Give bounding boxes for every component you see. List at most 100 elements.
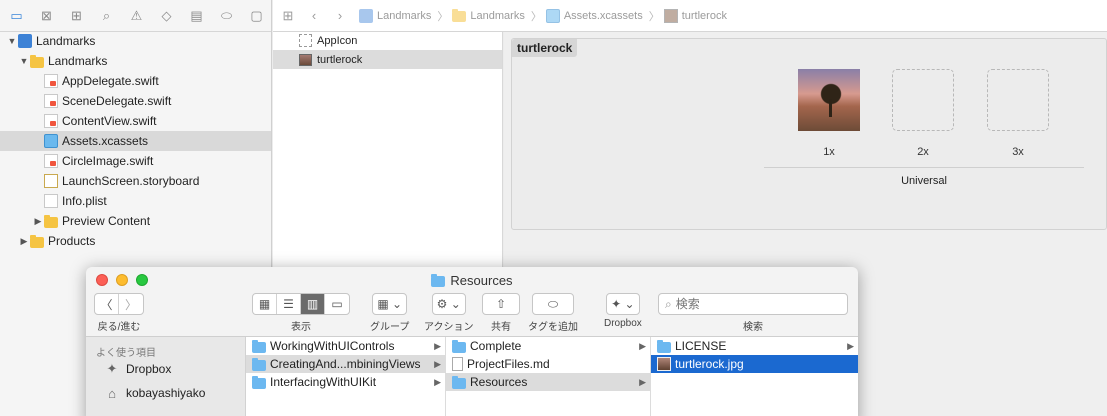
search-icon: ⌕ bbox=[665, 296, 672, 311]
symbol-icon[interactable]: ⊞ bbox=[68, 7, 85, 24]
document-icon bbox=[452, 357, 463, 371]
slot-label-1x: 1x bbox=[823, 146, 835, 158]
finder-window: Resources 〈 〉 戻る/進む ▦ ☰ ▥ ▭ 表示 ▦ ⌄ グループ bbox=[86, 267, 858, 416]
swift-file-icon bbox=[44, 94, 58, 108]
source-control-icon[interactable]: ⊠ bbox=[38, 7, 55, 24]
folder-icon bbox=[44, 214, 58, 228]
breakpoint-icon[interactable]: ⬭ bbox=[218, 7, 235, 24]
column-row-folder[interactable]: WorkingWithUIControls ▶ bbox=[246, 337, 445, 355]
disclosure-closed-icon[interactable]: ▶ bbox=[32, 216, 44, 227]
zoom-button[interactable] bbox=[136, 274, 148, 286]
tree-row-scenedelegate[interactable]: SceneDelegate.swift bbox=[0, 91, 271, 111]
tree-row-products[interactable]: ▶ Products bbox=[0, 231, 271, 251]
tree-row-preview-content[interactable]: ▶ Preview Content bbox=[0, 211, 271, 231]
tree-row-landmarks-group[interactable]: ▼ Landmarks bbox=[0, 51, 271, 71]
chevron-right-icon: ▶ bbox=[434, 358, 441, 369]
breadcrumb-label: Assets.xcassets bbox=[563, 9, 643, 22]
image-set-name: turtlerock bbox=[512, 39, 578, 57]
search-field[interactable]: ⌕ bbox=[658, 293, 848, 315]
tree-row-launchscreen[interactable]: LaunchScreen.storyboard bbox=[0, 171, 271, 191]
tree-row-appdelegate[interactable]: AppDelegate.swift bbox=[0, 71, 271, 91]
disclosure-open-icon[interactable]: ▼ bbox=[6, 36, 18, 46]
column-row-label: Resources bbox=[470, 375, 528, 389]
column-row-folder[interactable]: InterfacingWithUIKit ▶ bbox=[246, 373, 445, 391]
breadcrumb-assets[interactable]: Assets.xcassets bbox=[545, 8, 643, 23]
breadcrumb-separator: 〉 bbox=[648, 10, 660, 23]
grid-icon[interactable]: ⊞ bbox=[281, 8, 295, 24]
breadcrumb-group[interactable]: Landmarks bbox=[452, 9, 525, 22]
forward-button[interactable]: 〉 bbox=[119, 294, 143, 314]
slot-2x-empty[interactable] bbox=[892, 69, 954, 131]
favorites-heading: よく使う項目 bbox=[96, 348, 156, 359]
action-button[interactable]: ⚙ ⌄ bbox=[433, 294, 465, 314]
asset-catalog-icon bbox=[545, 8, 560, 23]
action-label: アクション bbox=[424, 322, 474, 333]
share-label: 共有 bbox=[491, 322, 511, 333]
tree-trunk-shape bbox=[829, 99, 832, 117]
group-button[interactable]: ▦ ⌄ bbox=[373, 294, 406, 314]
close-button[interactable] bbox=[96, 274, 108, 286]
asset-row-turtlerock[interactable]: turtlerock bbox=[273, 50, 502, 69]
minimize-button[interactable] bbox=[116, 274, 128, 286]
plist-icon bbox=[44, 194, 58, 208]
debug-icon[interactable]: ▤ bbox=[188, 7, 205, 24]
folder-icon[interactable]: ▭ bbox=[8, 7, 25, 24]
search-group: ⌕ 検索 bbox=[658, 293, 848, 333]
folder-icon bbox=[252, 339, 266, 353]
sidebar-item-home[interactable]: ⌂ kobayashiyako bbox=[86, 381, 245, 405]
tree-row-circleimage[interactable]: CircleImage.swift bbox=[0, 151, 271, 171]
tags-label: タグを追加 bbox=[528, 322, 578, 333]
share-button[interactable]: ⇧ bbox=[483, 294, 519, 314]
breadcrumb-project[interactable]: Landmarks bbox=[359, 8, 431, 23]
folder-icon bbox=[431, 273, 446, 287]
image-set-icon bbox=[663, 8, 678, 23]
column-row-file[interactable]: ProjectFiles.md bbox=[446, 355, 650, 373]
list-view-button[interactable]: ☰ bbox=[277, 294, 301, 314]
gallery-view-button[interactable]: ▭ bbox=[325, 294, 349, 314]
tree-row-landmarks-project[interactable]: ▼ Landmarks bbox=[0, 31, 271, 51]
action-group: ⚙ ⌄ アクション bbox=[424, 293, 474, 333]
chevron-right-icon: ▶ bbox=[434, 340, 441, 351]
back-button[interactable]: 〈 bbox=[95, 294, 119, 314]
column-row-folder[interactable]: CreatingAnd...mbiningViews ▶ bbox=[246, 355, 445, 373]
column-row-label: InterfacingWithUIKit bbox=[270, 375, 377, 389]
dropbox-button[interactable]: ✦ ⌄ bbox=[607, 294, 638, 314]
breadcrumb-label: turtlerock bbox=[681, 9, 727, 22]
tree-row-contentview[interactable]: ContentView.swift bbox=[0, 111, 271, 131]
column-row-label: Complete bbox=[470, 339, 522, 353]
breadcrumb-imageset[interactable]: turtlerock bbox=[663, 8, 727, 23]
storyboard-icon bbox=[44, 174, 58, 188]
slot-3x-empty[interactable] bbox=[987, 69, 1049, 131]
column-row-folder[interactable]: LICENSE ▶ bbox=[651, 337, 858, 355]
folder-icon bbox=[452, 9, 467, 22]
search-input[interactable] bbox=[675, 297, 836, 311]
column-row-file[interactable]: turtlerock.jpg bbox=[651, 355, 858, 373]
disclosure-closed-icon[interactable]: ▶ bbox=[18, 236, 30, 247]
report-icon[interactable]: ▢ bbox=[248, 7, 265, 24]
tree-row-label: Info.plist bbox=[62, 194, 107, 208]
asset-catalog-icon bbox=[44, 134, 58, 148]
tree-row-label: Assets.xcassets bbox=[62, 134, 149, 148]
test-icon[interactable]: ◇ bbox=[158, 7, 175, 24]
tree-row-assets[interactable]: Assets.xcassets bbox=[0, 131, 271, 151]
swift-file-icon bbox=[44, 74, 58, 88]
universal-label: Universal bbox=[901, 175, 947, 187]
forward-chevron-icon[interactable]: › bbox=[333, 8, 347, 23]
sidebar-item-dropbox[interactable]: ✦ Dropbox bbox=[86, 357, 245, 381]
slot-label-2x: 2x bbox=[917, 146, 929, 158]
asset-row-appicon[interactable]: AppIcon bbox=[273, 31, 502, 50]
warning-icon[interactable]: ⚠ bbox=[128, 7, 145, 24]
column-row-folder[interactable]: Complete ▶ bbox=[446, 337, 650, 355]
slot-1x-image[interactable] bbox=[798, 69, 860, 131]
search-icon[interactable]: ⌕ bbox=[98, 7, 115, 24]
back-chevron-icon[interactable]: ‹ bbox=[307, 8, 321, 23]
finder-titlebar[interactable]: Resources bbox=[86, 267, 858, 293]
column-view-button[interactable]: ▥ bbox=[301, 294, 325, 314]
tree-row-infoplist[interactable]: Info.plist bbox=[0, 191, 271, 211]
column-row-label: CreatingAnd...mbiningViews bbox=[270, 357, 421, 371]
column-row-folder[interactable]: Resources ▶ bbox=[446, 373, 650, 391]
icon-view-button[interactable]: ▦ bbox=[253, 294, 277, 314]
disclosure-open-icon[interactable]: ▼ bbox=[18, 56, 30, 66]
tag-button[interactable]: ⬭ bbox=[533, 294, 573, 314]
project-icon bbox=[18, 34, 32, 48]
